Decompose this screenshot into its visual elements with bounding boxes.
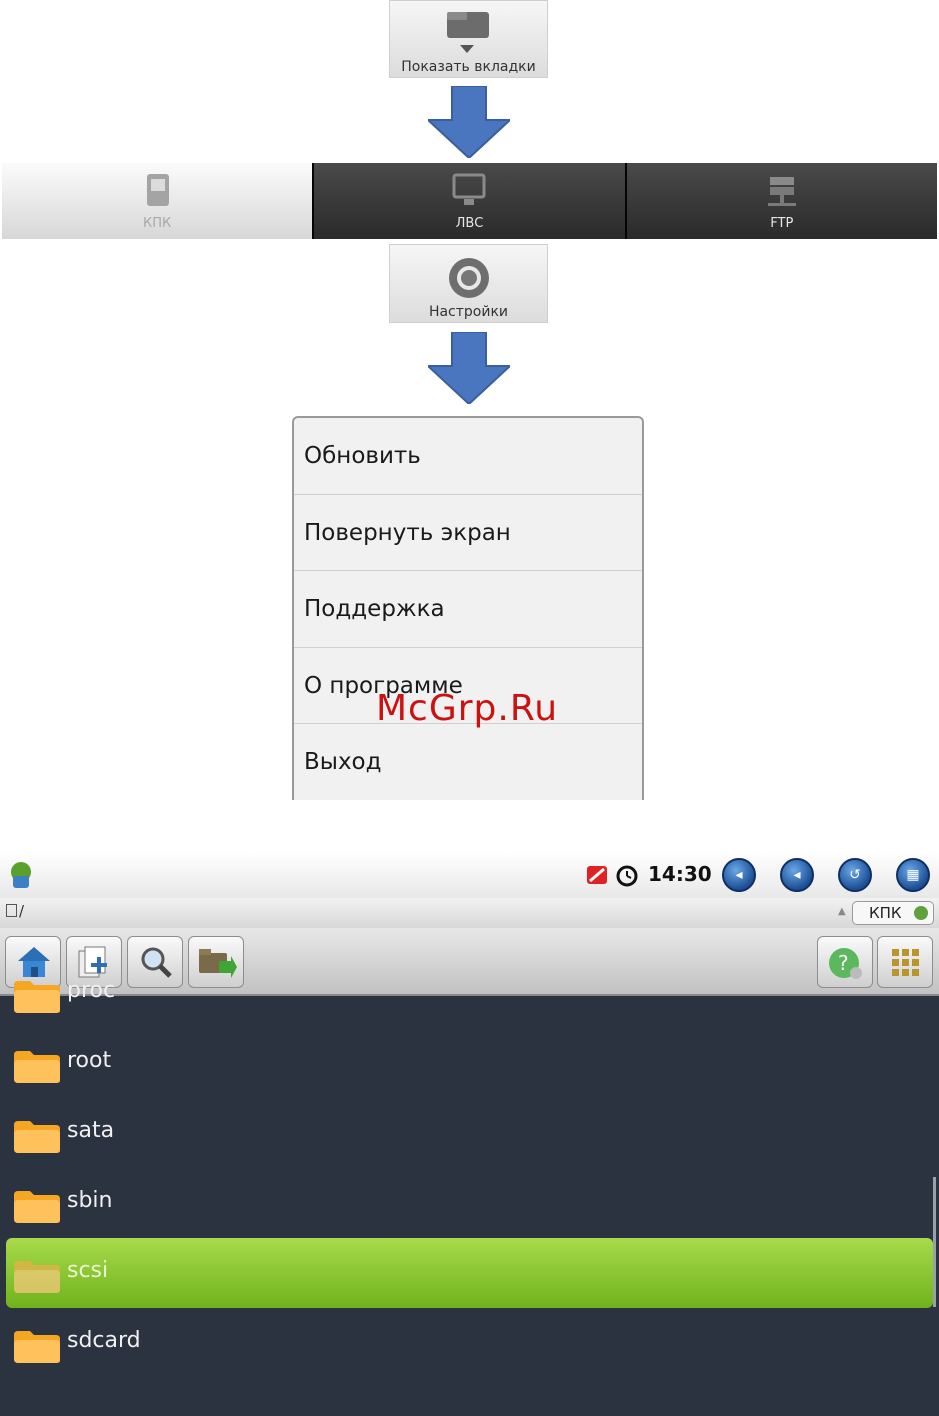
watermark: McGrp.Ru — [376, 688, 559, 729]
folder-name: sdcard — [67, 1328, 141, 1353]
options-menu: Обновить Повернуть экран Поддержка О про… — [292, 416, 644, 800]
tab-kpk[interactable]: КПК — [2, 163, 315, 239]
file-manager-screen: 14:30 ◂ ◂ ↺ ▦ / ▲ КПК ? proc root sata s… — [0, 852, 939, 1416]
list-item[interactable]: sata — [0, 1098, 939, 1168]
show-tabs-button[interactable]: Показать вкладки — [389, 0, 548, 78]
tab-lvs[interactable]: ЛВС — [314, 163, 627, 239]
folder-name: scsi — [67, 1258, 109, 1283]
gear-icon — [449, 258, 489, 298]
clock: 14:30 — [648, 862, 712, 886]
volume-up-icon[interactable]: ◂ — [780, 858, 814, 892]
folder-icon — [14, 1331, 60, 1363]
tab-bar: КПК ЛВС FTP — [2, 163, 937, 239]
folder-name: proc — [67, 978, 116, 1003]
scroll-up-icon[interactable]: ▲ — [838, 906, 846, 917]
folder-name: sata — [67, 1118, 115, 1143]
tab-ftp-label: FTP — [770, 216, 794, 231]
location-selector-value: КПК — [869, 904, 902, 922]
location-selector[interactable]: КПК — [852, 901, 934, 925]
alarm-icon — [616, 865, 638, 887]
no-signal-icon — [587, 866, 607, 884]
menu-item-rotate-screen[interactable]: Повернуть экран — [294, 495, 642, 571]
folder-icon — [14, 1121, 60, 1153]
list-item[interactable]: sbin — [0, 1168, 939, 1238]
folder-icon — [14, 1261, 60, 1293]
down-arrow-icon — [428, 332, 510, 404]
path-text: / — [19, 902, 25, 920]
folder-icon — [14, 981, 60, 1013]
android-icon — [11, 862, 31, 888]
list-item-selected[interactable]: scsi — [6, 1238, 933, 1308]
volume-down-icon[interactable]: ◂ — [722, 858, 756, 892]
list-item[interactable]: proc — [0, 958, 939, 1028]
back-icon[interactable]: ↺ — [838, 858, 872, 892]
settings-label: Настройки — [428, 304, 509, 320]
tab-ftp[interactable]: FTP — [626, 163, 937, 239]
down-arrow-icon — [428, 86, 510, 158]
folder-icon — [14, 1051, 60, 1083]
tabs-icon — [447, 12, 489, 53]
list-item[interactable]: sdcard — [0, 1308, 939, 1378]
tab-kpk-label: КПК — [143, 216, 172, 231]
settings-button[interactable]: Настройки — [389, 244, 548, 323]
scrollbar[interactable] — [933, 1177, 936, 1307]
pda-icon — [147, 174, 170, 206]
menu-icon[interactable]: ▦ — [896, 858, 930, 892]
status-bar: 14:30 ◂ ◂ ↺ ▦ — [0, 852, 939, 898]
list-item[interactable]: root — [0, 1028, 939, 1098]
monitor-icon — [452, 173, 486, 205]
menu-item-refresh[interactable]: Обновить — [294, 418, 642, 495]
menu-item-exit[interactable]: Выход — [294, 724, 642, 800]
ftp-server-icon — [767, 177, 796, 206]
folder-icon — [14, 1191, 60, 1223]
current-path: / — [6, 902, 24, 920]
tab-lvs-label: ЛВС — [455, 216, 484, 231]
folder-name: sbin — [67, 1188, 113, 1213]
menu-item-support[interactable]: Поддержка — [294, 571, 642, 648]
show-tabs-label: Показать вкладки — [401, 59, 536, 75]
device-small-icon — [6, 904, 17, 917]
path-bar: / ▲ КПК — [0, 898, 939, 928]
folder-name: root — [67, 1048, 112, 1073]
chevron-down-icon — [914, 906, 928, 920]
folder-list[interactable]: proc root sata sbin scsi sdcard — [0, 978, 939, 1416]
